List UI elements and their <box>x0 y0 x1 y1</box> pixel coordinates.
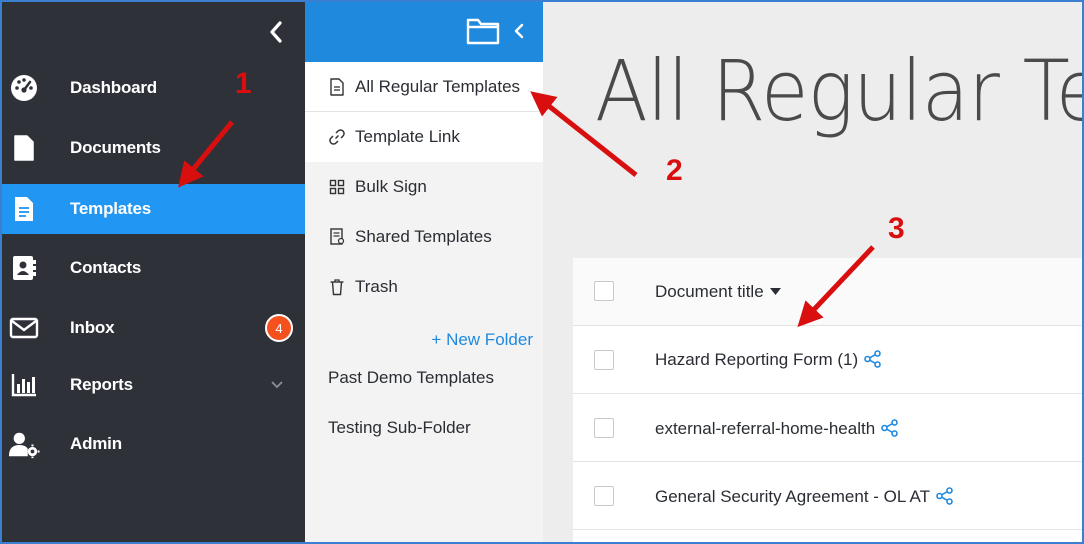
sidebar-item-templates[interactable]: Templates <box>0 184 305 234</box>
chevron-left-icon <box>270 21 282 43</box>
document-title: external-referral-home-health <box>655 419 876 438</box>
document-title-cell[interactable]: Hazard Reporting Form (1) <box>655 350 882 370</box>
subpanel-item-trash[interactable]: Trash <box>305 262 543 312</box>
user-gear-icon <box>8 428 40 460</box>
subpanel-item-label: Shared Templates <box>355 227 492 246</box>
templates-table: Document title Hazard Reporting Form (1)… <box>573 258 1084 544</box>
inbox-count-badge: 4 <box>265 314 293 342</box>
subpanel-item-label: Bulk Sign <box>355 177 427 196</box>
chevron-left-icon[interactable] <box>512 20 528 42</box>
document-icon <box>8 132 40 164</box>
sidebar-item-dashboard[interactable]: Dashboard <box>0 63 305 113</box>
annotation-step-3: 3 <box>888 212 905 245</box>
link-icon <box>327 127 347 147</box>
trash-icon <box>327 277 347 297</box>
sidebar-item-inbox[interactable]: Inbox 4 <box>0 303 305 353</box>
sidebar: Dashboard Documents Templates Contacts I… <box>0 0 305 544</box>
sidebar-item-label: Admin <box>70 434 122 453</box>
chevron-down-icon[interactable] <box>268 376 286 394</box>
dashboard-icon <box>8 72 40 104</box>
document-title-cell[interactable]: General Security Agreement - OL AT <box>655 487 954 507</box>
share-icon[interactable] <box>881 419 899 437</box>
subpanel-item-label: Trash <box>355 277 398 296</box>
file-text-icon <box>327 77 347 97</box>
subpanel-item-label: All Regular Templates <box>355 77 521 96</box>
row-checkbox[interactable] <box>594 350 614 370</box>
contacts-icon <box>8 252 40 284</box>
sidebar-item-label: Contacts <box>70 258 142 277</box>
subpanel-header <box>305 0 543 62</box>
templates-subpanel: All Regular Templates Template Link Bulk… <box>305 0 543 544</box>
mail-icon <box>8 312 40 344</box>
subpanel-item-template-link[interactable]: Template Link <box>305 112 543 162</box>
sidebar-collapse-button[interactable] <box>262 18 290 46</box>
document-title-cell[interactable]: external-referral-home-health <box>655 419 899 439</box>
sidebar-item-contacts[interactable]: Contacts <box>0 243 305 293</box>
subpanel-item-label: Template Link <box>355 127 460 146</box>
share-icon[interactable] <box>936 487 954 505</box>
folder-icon[interactable] <box>465 15 501 47</box>
table-header-row: Document title <box>573 258 1084 326</box>
subpanel-item-all-regular-templates[interactable]: All Regular Templates <box>305 62 543 112</box>
bar-chart-icon <box>8 369 40 401</box>
main-content: All Regular Te Document title Hazard Rep… <box>543 0 1084 544</box>
sidebar-item-label: Dashboard <box>70 78 157 97</box>
sidebar-item-reports[interactable]: Reports <box>0 360 305 410</box>
share-icon[interactable] <box>864 350 882 368</box>
document-title: Hazard Reporting Form (1) <box>655 350 859 369</box>
subpanel-item-shared-templates[interactable]: Shared Templates <box>305 212 543 262</box>
sidebar-item-label: Inbox <box>70 318 115 337</box>
row-checkbox[interactable] <box>594 486 614 506</box>
sidebar-item-admin[interactable]: Admin <box>0 419 305 469</box>
table-row[interactable]: Hazard Reporting Form (1) <box>573 326 1084 394</box>
grid-icon <box>327 177 347 197</box>
table-row[interactable]: General Security Agreement - OL AT <box>573 462 1084 530</box>
sidebar-item-label: Reports <box>70 375 133 394</box>
sort-caret-icon <box>769 288 781 295</box>
new-folder-link[interactable]: + New Folder <box>431 330 533 350</box>
sidebar-item-documents[interactable]: Documents <box>0 123 305 173</box>
column-header-document-title[interactable]: Document title <box>655 282 781 302</box>
page-title: All Regular Te <box>595 42 1084 140</box>
folder-item-past-demo-templates[interactable]: Past Demo Templates <box>328 368 494 388</box>
template-icon <box>8 193 40 225</box>
sidebar-item-label: Templates <box>70 199 152 218</box>
row-checkbox[interactable] <box>594 418 614 438</box>
annotation-step-2: 2 <box>666 154 683 187</box>
document-title: General Security Agreement - OL AT <box>655 487 930 506</box>
sidebar-item-label: Documents <box>70 138 161 157</box>
folder-item-testing-sub-folder[interactable]: Testing Sub-Folder <box>328 418 471 438</box>
column-header-label: Document title <box>655 282 764 301</box>
annotation-step-1: 1 <box>235 67 252 100</box>
select-all-checkbox[interactable] <box>594 281 614 301</box>
subpanel-item-bulk-sign[interactable]: Bulk Sign <box>305 162 543 212</box>
table-row[interactable]: external-referral-home-health <box>573 394 1084 462</box>
shared-doc-icon <box>327 227 347 247</box>
